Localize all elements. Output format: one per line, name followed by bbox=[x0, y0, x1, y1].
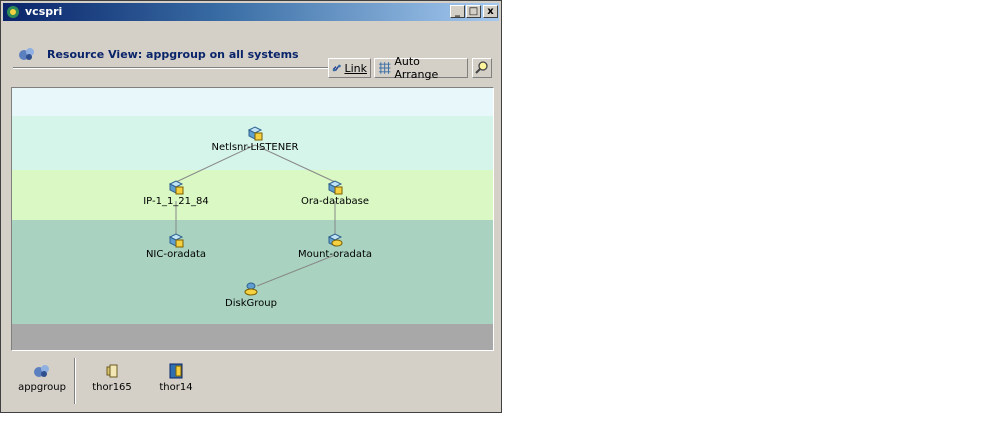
node-label: Ora-database bbox=[300, 196, 370, 207]
resource-icon bbox=[168, 233, 184, 248]
magnifier-icon bbox=[475, 61, 488, 74]
service-group-icon bbox=[19, 48, 34, 60]
resource-icon bbox=[327, 180, 343, 195]
link-button[interactable]: Link bbox=[328, 58, 371, 78]
resource-node-listener[interactable]: Netlsnr-LISTENER bbox=[195, 125, 315, 153]
node-label: Netlsnr-LISTENER bbox=[211, 142, 299, 153]
disk-icon bbox=[244, 282, 258, 296]
resource-node-mount[interactable]: Mount-oradata bbox=[275, 232, 395, 260]
systems-divider bbox=[74, 358, 76, 404]
system-thor165[interactable]: thor165 bbox=[92, 363, 132, 393]
systems-bar: appgroup thor165 thor14 bbox=[11, 353, 494, 405]
node-label: DiskGroup bbox=[225, 298, 277, 309]
service-group-appgroup[interactable]: appgroup bbox=[14, 363, 70, 393]
auto-arrange-button[interactable]: Auto Arrange bbox=[374, 55, 468, 81]
resource-node-ora-database[interactable]: Ora-database bbox=[275, 179, 395, 207]
auto-arrange-label: Auto Arrange bbox=[394, 55, 439, 81]
minimize-button[interactable]: _ bbox=[450, 5, 465, 18]
maximize-button[interactable]: □ bbox=[466, 5, 481, 18]
zoom-button[interactable] bbox=[472, 58, 492, 78]
system-label: thor14 bbox=[159, 382, 193, 393]
app-icon bbox=[7, 6, 19, 18]
system-thor14[interactable]: thor14 bbox=[156, 363, 196, 393]
close-button[interactable]: x bbox=[483, 5, 498, 18]
application-window: vcspri _ □ x Resource View: appgroup on … bbox=[0, 0, 502, 413]
service-group-label: appgroup bbox=[18, 382, 66, 393]
resource-node-ip[interactable]: IP-1_1_21_84 bbox=[116, 179, 236, 207]
system-label: thor165 bbox=[92, 382, 132, 393]
service-group-icon bbox=[34, 365, 49, 377]
link-label: Link bbox=[344, 61, 367, 75]
page-title: Resource View: appgroup on all systems bbox=[47, 48, 299, 61]
resource-graph-canvas[interactable]: Netlsnr-LISTENER IP-1_1_21_84 Ora-databa… bbox=[11, 87, 494, 351]
resource-icon bbox=[247, 126, 263, 141]
node-label: IP-1_1_21_84 bbox=[143, 196, 209, 207]
link-icon bbox=[332, 64, 341, 72]
resource-node-nic[interactable]: NIC-oradata bbox=[116, 232, 236, 260]
grid-arrange-icon bbox=[378, 62, 391, 74]
resource-node-diskgroup[interactable]: DiskGroup bbox=[191, 281, 311, 309]
server-icon bbox=[106, 364, 118, 378]
server-active-icon bbox=[169, 363, 183, 379]
window-title: vcspri bbox=[25, 5, 63, 18]
title-bar[interactable]: vcspri _ □ x bbox=[3, 3, 499, 21]
node-label: NIC-oradata bbox=[145, 249, 207, 260]
header-divider bbox=[13, 67, 328, 69]
node-label: Mount-oradata bbox=[297, 249, 373, 260]
resource-icon bbox=[168, 180, 184, 195]
mount-icon bbox=[327, 233, 343, 247]
